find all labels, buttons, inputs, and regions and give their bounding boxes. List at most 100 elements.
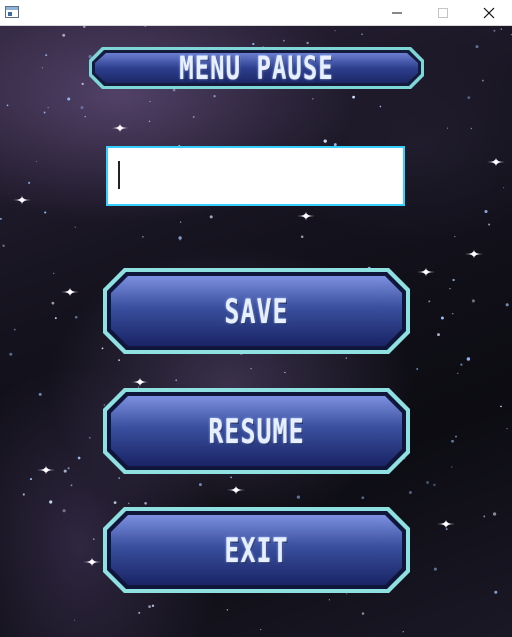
star (451, 439, 454, 443)
star (45, 54, 48, 57)
star (54, 317, 57, 320)
star (13, 328, 16, 331)
star (67, 97, 71, 101)
star (334, 30, 336, 32)
sparkle-star (297, 211, 315, 221)
star (312, 98, 314, 100)
star (428, 300, 431, 303)
star (179, 221, 182, 223)
star (62, 509, 66, 513)
star (0, 218, 2, 220)
star (83, 26, 86, 28)
star (81, 82, 84, 86)
star (471, 299, 475, 303)
star (6, 104, 9, 107)
star (484, 209, 488, 214)
star (449, 288, 451, 290)
star (500, 405, 502, 408)
star (92, 538, 95, 540)
star (440, 316, 444, 320)
star (470, 127, 473, 130)
star (38, 392, 42, 396)
star (475, 45, 479, 49)
star (192, 115, 195, 118)
sparkle-star (417, 267, 435, 277)
sparkle-star (13, 195, 31, 205)
menu-title: MENU PAUSE (179, 49, 334, 87)
window-titlebar (0, 0, 512, 26)
sparkle-star (465, 249, 483, 259)
star (148, 120, 151, 122)
star (494, 590, 498, 594)
star (49, 500, 53, 504)
star (84, 116, 86, 118)
maximize-button[interactable] (420, 0, 466, 26)
star (52, 272, 55, 275)
star (402, 631, 404, 633)
star (361, 33, 363, 35)
close-button[interactable] (466, 0, 512, 26)
star (144, 26, 147, 28)
star (488, 223, 491, 226)
star (433, 567, 437, 571)
star (445, 528, 448, 531)
pause-menu-scene: MENU PAUSE SAVE RESUME EXIT (0, 26, 512, 637)
star (47, 107, 49, 109)
exit-button-label: EXIT (224, 530, 289, 570)
exit-button[interactable]: EXIT (102, 506, 411, 594)
star (300, 235, 304, 239)
sparkle-star (37, 465, 55, 475)
star (149, 100, 151, 103)
star (41, 67, 44, 69)
star (74, 315, 78, 319)
star (466, 357, 471, 361)
star (74, 619, 76, 621)
name-input[interactable] (106, 146, 405, 206)
star (500, 28, 502, 30)
star (361, 612, 365, 615)
star (460, 363, 463, 366)
resume-button[interactable]: RESUME (102, 387, 411, 475)
star (416, 368, 419, 370)
star (455, 435, 457, 438)
star (9, 352, 13, 356)
save-button-label: SAVE (224, 291, 289, 331)
sparkle-star (111, 123, 129, 133)
star (451, 466, 453, 468)
close-icon (483, 7, 495, 19)
star (323, 139, 327, 143)
star (454, 235, 456, 238)
minimize-button[interactable] (374, 0, 420, 26)
text-caret (118, 161, 120, 189)
star (426, 481, 429, 484)
star (260, 629, 262, 631)
star (80, 106, 84, 110)
star (29, 478, 33, 481)
star (67, 467, 70, 470)
star (88, 436, 91, 439)
star (209, 215, 213, 219)
sparkle-star (83, 557, 101, 567)
sparkle-star (487, 157, 505, 167)
star (178, 236, 182, 240)
sparkle-star (61, 287, 79, 297)
star (2, 244, 5, 247)
star (44, 211, 47, 214)
star (481, 79, 484, 82)
star (493, 29, 496, 32)
star (22, 493, 25, 496)
star (63, 469, 67, 473)
star (467, 96, 471, 99)
menu-title-plate: MENU PAUSE (88, 46, 425, 90)
star (452, 278, 455, 282)
star (70, 484, 73, 487)
star (379, 105, 382, 108)
star (447, 127, 449, 129)
star (77, 456, 81, 460)
star (28, 181, 31, 184)
star (142, 236, 144, 238)
app-icon (5, 6, 19, 18)
save-button[interactable]: SAVE (102, 267, 411, 355)
star (506, 427, 508, 430)
minimize-icon (392, 12, 402, 14)
